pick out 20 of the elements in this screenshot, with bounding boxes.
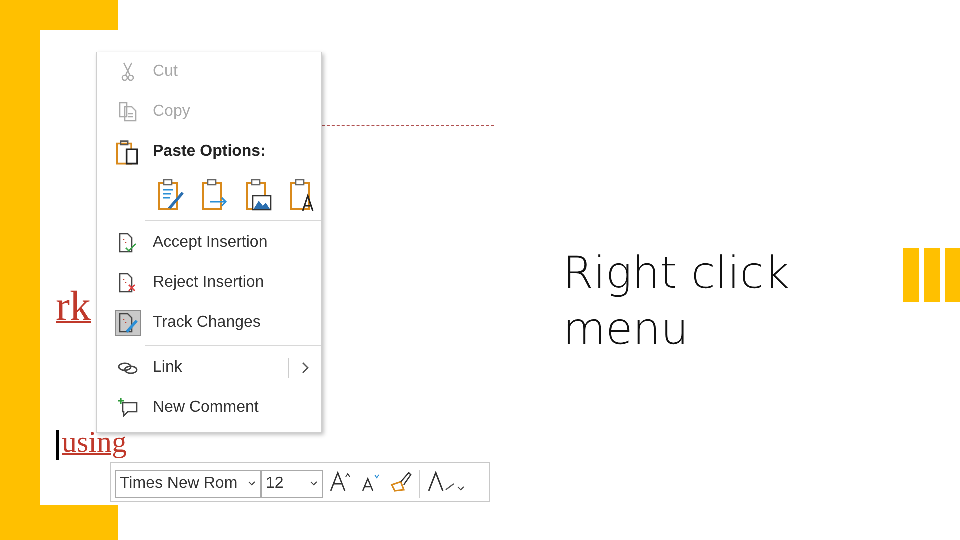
menu-item[interactable]: Accept Insertion: [97, 223, 321, 263]
document-text: using: [62, 428, 128, 458]
caret-icon: [310, 481, 318, 487]
menu-item[interactable]: Reject Insertion: [97, 263, 321, 303]
menu-heading: Paste Options:: [153, 143, 266, 161]
styles-icon[interactable]: [426, 470, 466, 492]
text-cursor: [56, 430, 59, 460]
grow-font-icon[interactable]: [329, 470, 353, 492]
menu-item[interactable]: Link: [97, 348, 321, 388]
document-text: rk: [56, 286, 91, 328]
clipboard-icon: [115, 139, 141, 165]
font-dropdown[interactable]: Times New Rom: [115, 470, 261, 498]
format-painter-icon[interactable]: [389, 470, 413, 492]
font-size-dropdown[interactable]: 12: [261, 470, 323, 498]
caret-icon: [248, 481, 256, 487]
menu-item[interactable]: Track Changes: [97, 303, 321, 343]
bars-icon: [903, 248, 960, 302]
chevron-icon: [301, 361, 311, 375]
slide-title: Right click menu: [563, 247, 791, 357]
menu-item[interactable]: New Comment: [97, 388, 321, 428]
